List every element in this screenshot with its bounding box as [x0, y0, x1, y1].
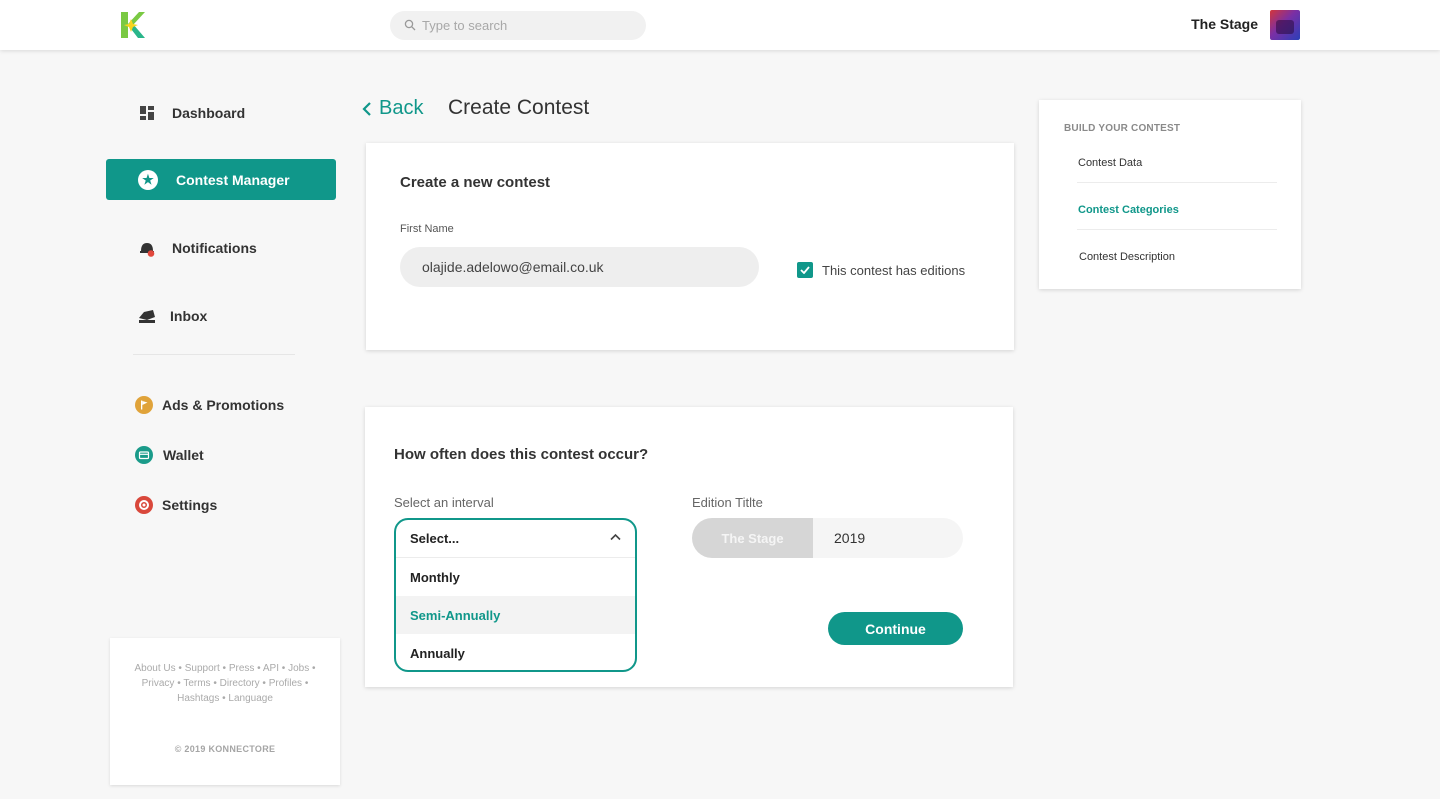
sidebar-item-inbox[interactable]: Inbox [138, 307, 207, 325]
footer-link-api[interactable]: API [263, 663, 279, 674]
sidebar-item-label: Settings [162, 497, 218, 513]
step-divider [1077, 229, 1277, 230]
sidebar-item-notifications[interactable]: Notifications [138, 239, 257, 257]
konnectore-logo[interactable] [119, 10, 145, 40]
create-contest-card: Create a new contest First Name This con… [366, 143, 1014, 350]
chevron-left-icon [362, 101, 371, 116]
page-title: Create Contest [448, 96, 590, 119]
sidebar-item-label: Contest Manager [176, 171, 290, 188]
back-button[interactable]: Back [362, 97, 423, 120]
sidebar-item-ads-promotions[interactable]: Ads & Promotions [135, 396, 284, 414]
first-name-label: First Name [400, 223, 454, 235]
sidebar-item-label: Inbox [170, 308, 208, 324]
footer-link-language[interactable]: Language [228, 693, 273, 704]
step-divider [1077, 182, 1277, 183]
step-contest-data[interactable]: Contest Data [1078, 157, 1276, 169]
footer-link-support[interactable]: Support [185, 663, 220, 674]
sidebar-item-label: Notifications [172, 240, 257, 256]
sidebar-divider [133, 354, 295, 355]
sidebar-item-wallet[interactable]: Wallet [135, 446, 204, 464]
footer-link-terms[interactable]: Terms [183, 678, 210, 689]
contest-interval-card: How often does this contest occur? Selec… [365, 407, 1013, 687]
search-input[interactable] [422, 11, 632, 40]
footer-link-jobs[interactable]: Jobs [288, 663, 309, 674]
sidebar-item-label: Ads & Promotions [162, 397, 285, 413]
editions-checkbox-label: This contest has editions [822, 262, 966, 278]
footer-link-privacy[interactable]: Privacy [142, 678, 175, 689]
interval-option-monthly[interactable]: Monthly [396, 558, 635, 596]
checkbox-checked-icon[interactable] [797, 262, 813, 278]
edition-title-label: Edition Titlte [692, 495, 763, 510]
card-title: Create a new contest [400, 174, 551, 191]
user-name[interactable]: The Stage [1191, 16, 1258, 32]
card-title: How often does this contest occur? [394, 446, 649, 463]
bell-icon [140, 243, 155, 257]
wallet-icon [135, 446, 153, 464]
footer-link-directory[interactable]: Directory [220, 678, 260, 689]
sidebar-item-contest-manager[interactable]: ★ Contest Manager [106, 159, 426, 200]
flag-icon [135, 396, 153, 414]
search-icon [404, 19, 416, 31]
copyright: © 2019 KONNECTORE [174, 744, 276, 754]
interval-option-semi-annually[interactable]: Semi-Annually [396, 596, 635, 634]
sidebar-item-dashboard[interactable]: Dashboard [138, 104, 245, 122]
back-label: Back [379, 97, 424, 119]
sidebar-item-label: Dashboard [172, 105, 246, 121]
editions-checkbox[interactable]: This contest has editions [797, 262, 965, 278]
interval-select[interactable]: Select... [396, 520, 635, 558]
edition-prefix: The Stage [692, 518, 813, 558]
sidebar-item-label: Wallet [163, 447, 204, 463]
footer-links: About Us • Support • Press • API • Jobs … [134, 663, 316, 704]
step-contest-categories[interactable]: Contest Categories [1078, 204, 1276, 216]
top-bar: The Stage [0, 0, 1440, 50]
footer-link-profiles[interactable]: Profiles [269, 678, 302, 689]
chevron-up-icon [610, 533, 621, 541]
edition-title-field[interactable] [813, 518, 963, 558]
build-contest-panel: BUILD YOUR CONTEST Contest Data Contest … [1039, 100, 1301, 289]
star-icon: ★ [138, 169, 158, 190]
footer-link-press[interactable]: Press [229, 663, 255, 674]
sidebar-item-settings[interactable]: Settings [135, 496, 217, 514]
footer-link-about[interactable]: About Us [135, 663, 176, 674]
first-name-field[interactable] [400, 247, 759, 287]
step-contest-description[interactable]: Contest Description [1079, 251, 1277, 263]
search-bar[interactable] [390, 11, 646, 40]
continue-button[interactable]: Continue [828, 612, 963, 645]
interval-selected-value: Select... [410, 531, 460, 546]
interval-label: Select an interval [394, 495, 494, 510]
sidebar-footer: About Us • Support • Press • API • Jobs … [110, 638, 340, 785]
avatar[interactable] [1270, 10, 1300, 40]
interval-dropdown[interactable]: Select... Monthly Semi-Annually Annually [394, 518, 637, 672]
dashboard-icon [140, 106, 154, 120]
footer-link-hashtags[interactable]: Hashtags [177, 693, 219, 704]
gear-icon [135, 496, 153, 514]
build-panel-title: BUILD YOUR CONTEST [1064, 123, 1181, 134]
inbox-icon [139, 310, 155, 323]
interval-option-annually[interactable]: Annually [396, 634, 635, 670]
